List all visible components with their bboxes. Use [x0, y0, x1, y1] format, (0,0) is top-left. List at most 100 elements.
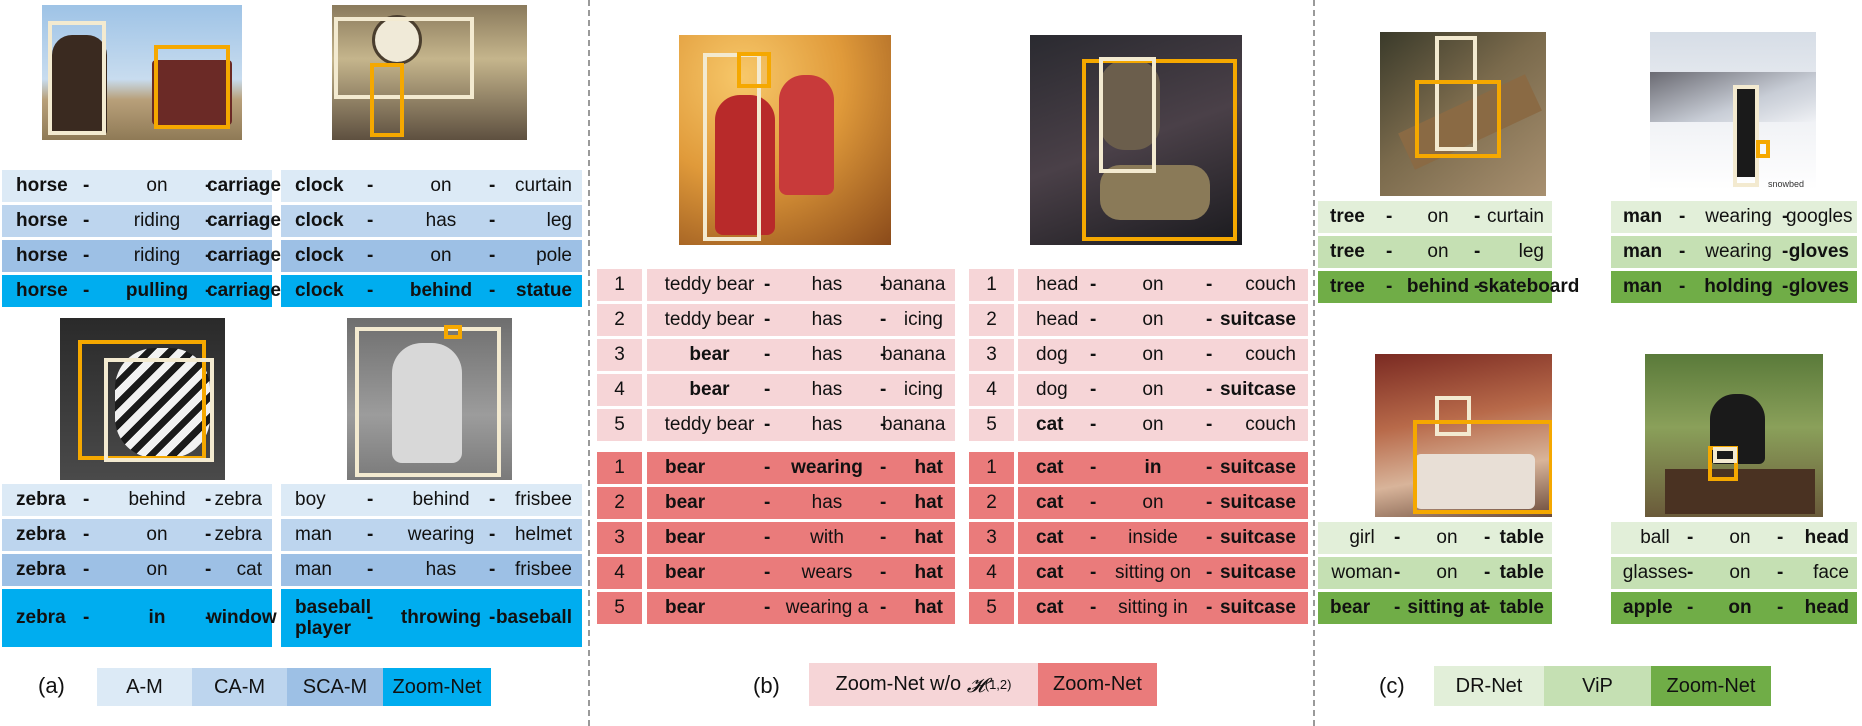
subject-cell: bear: [665, 457, 706, 478]
object-cell: cat: [236, 559, 262, 580]
subject-cell: bear: [689, 379, 730, 400]
separator-dash: -: [367, 280, 374, 301]
separator-dash: -: [1394, 527, 1401, 548]
object-cell: couch: [1245, 344, 1296, 365]
predicate-cell: has: [425, 559, 457, 580]
object-cell: couch: [1245, 414, 1296, 435]
object-cell: skateboard: [1478, 276, 1580, 297]
subject-cell: horse: [16, 210, 68, 231]
subject-cell: girl: [1349, 527, 1375, 548]
separator-dash: -: [880, 597, 887, 618]
object-cell: face: [1813, 562, 1849, 583]
predicate-cell: behind: [128, 489, 186, 510]
predicate-cell: has: [811, 344, 843, 365]
subject-box: [48, 21, 106, 135]
subject-cell: teddy bear: [664, 274, 755, 295]
image-man-gloves: snowbed: [1650, 32, 1816, 190]
relation-row: clock has leg: [281, 205, 582, 237]
relation-row: cat in suitcase: [1018, 452, 1308, 484]
separator-dash: -: [83, 524, 90, 545]
object-cell: hat: [914, 492, 944, 513]
relation-row: glasses on face: [1611, 557, 1857, 589]
predicate-cell: wearing a: [785, 597, 869, 618]
relation-row: teddy bear has banana: [647, 269, 955, 301]
legend-zoomnet-a: Zoom-Net: [383, 668, 491, 706]
separator-dash: -: [1206, 414, 1213, 435]
separator-dash: -: [489, 280, 496, 301]
object-cell: hat: [914, 527, 944, 548]
relation-row: dog on couch: [1018, 339, 1308, 371]
subject-cell: cat: [1036, 457, 1064, 478]
object-box: [370, 63, 404, 137]
separator-dash: -: [205, 489, 212, 510]
subject-cell: man: [295, 559, 332, 580]
separator-dash: -: [83, 175, 90, 196]
watermark: snowbed: [1768, 179, 1805, 189]
separator-dash: -: [1090, 379, 1097, 400]
object-cell: table: [1499, 597, 1544, 618]
predicate-cell: on: [1728, 597, 1752, 618]
subject-box: [355, 327, 501, 477]
separator-dash: -: [1090, 309, 1097, 330]
legend-wo-h-sup: (1,2): [984, 677, 1012, 692]
separator-dash: -: [1484, 597, 1491, 618]
separator-dash: -: [489, 175, 496, 196]
object-cell: banana: [882, 274, 946, 295]
image-apple-head: [1645, 354, 1823, 517]
object-cell: head: [1804, 597, 1849, 618]
subject-cell: dog: [1036, 379, 1068, 400]
subject-cell: horse: [16, 175, 68, 196]
subject-cell: ball: [1640, 527, 1670, 548]
relation-row: man wearing helmet: [281, 519, 582, 551]
object-cell: leg: [1518, 241, 1544, 262]
subject-cell: woman: [1331, 562, 1393, 583]
relation-row: bear has hat: [647, 487, 955, 519]
separator-dash: -: [1090, 492, 1097, 513]
subject-cell: horse: [16, 245, 68, 266]
relation-row: bear wearing a hat: [647, 592, 955, 624]
relation-row: zebra on zebra: [2, 519, 272, 551]
subject-cell: teddy bear: [664, 414, 755, 435]
separator-dash: -: [1777, 562, 1784, 583]
separator-dash: -: [764, 457, 771, 478]
object-cell: suitcase: [1219, 597, 1296, 618]
separator-dash: -: [489, 524, 496, 545]
object-cell: carriage: [207, 175, 281, 196]
subject-cell: clock: [295, 280, 344, 301]
object-cell: zebra: [214, 489, 262, 510]
subject-cell: clock: [295, 210, 344, 231]
object-cell: carriage: [207, 245, 281, 266]
rank-number: 4: [597, 374, 642, 406]
object-cell: icing: [903, 379, 943, 400]
predicate-cell: on: [1142, 274, 1164, 295]
separator-dash: -: [1206, 527, 1213, 548]
predicate-cell: has: [811, 309, 843, 330]
object-box: [1756, 140, 1770, 158]
separator-dash: -: [880, 344, 887, 365]
predicate-cell: has: [811, 492, 843, 513]
relation-row: apple on head: [1611, 592, 1857, 624]
object-cell: suitcase: [1219, 492, 1296, 513]
relation-row: horse riding carriage: [2, 240, 281, 272]
subject-cell: zebra: [16, 489, 66, 510]
object-cell: head: [1804, 527, 1849, 548]
predicate-cell: inside: [1128, 527, 1178, 548]
separator-dash: -: [489, 245, 496, 266]
separator-dash: -: [764, 562, 771, 583]
object-cell: banana: [882, 414, 946, 435]
object-cell: googles: [1786, 206, 1853, 227]
subject-cell: bear: [689, 344, 730, 365]
rank-number: 5: [597, 409, 642, 441]
relation-row: tree on curtain: [1318, 201, 1552, 233]
predicate-cell: in: [148, 607, 166, 628]
object-cell: window: [207, 607, 277, 628]
rank-number: 1: [597, 269, 642, 301]
object-cell: hat: [914, 597, 944, 618]
predicate-cell: on: [1729, 562, 1751, 583]
predicate-cell: has: [811, 414, 843, 435]
object-cell: couch: [1245, 274, 1296, 295]
separator-dash: -: [1206, 344, 1213, 365]
subject-cell: bear: [665, 492, 706, 513]
separator-dash: -: [1777, 527, 1784, 548]
predicate-cell: on: [1729, 527, 1751, 548]
